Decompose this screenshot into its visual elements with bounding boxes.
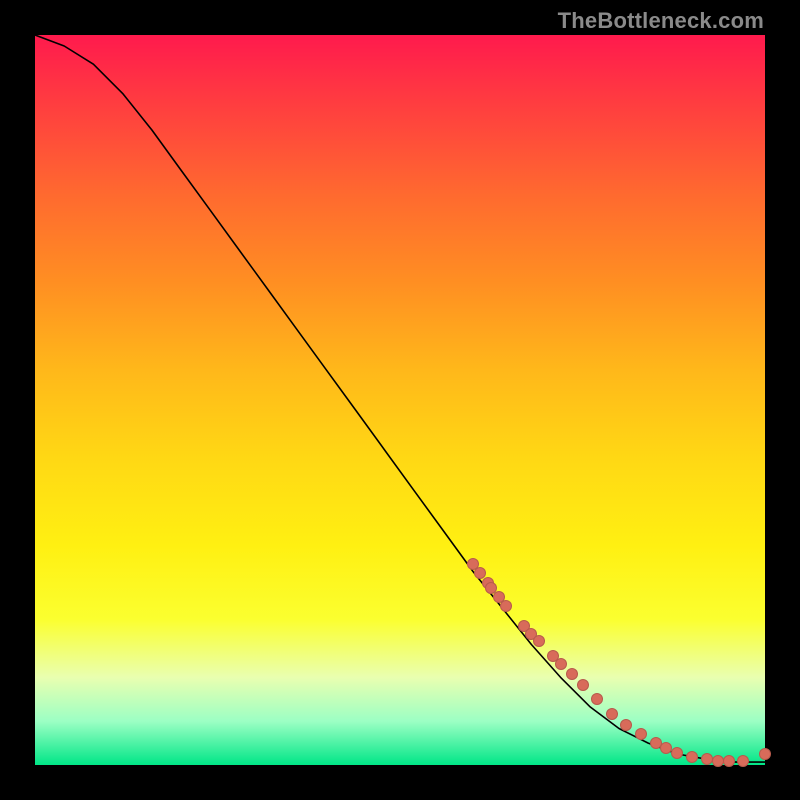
- data-marker: [555, 658, 567, 670]
- data-marker: [701, 753, 713, 765]
- data-marker: [606, 708, 618, 720]
- curve-svg: [35, 35, 765, 765]
- watermark-text: TheBottleneck.com: [558, 8, 764, 34]
- data-marker: [577, 679, 589, 691]
- data-marker: [533, 635, 545, 647]
- data-marker: [686, 751, 698, 763]
- curve-path: [35, 35, 765, 762]
- data-marker: [566, 668, 578, 680]
- chart-stage: TheBottleneck.com: [0, 0, 800, 800]
- data-marker: [723, 755, 735, 767]
- plot-area: [35, 35, 765, 765]
- data-marker: [500, 600, 512, 612]
- data-marker: [759, 748, 771, 760]
- data-marker: [712, 755, 724, 767]
- data-marker: [737, 755, 749, 767]
